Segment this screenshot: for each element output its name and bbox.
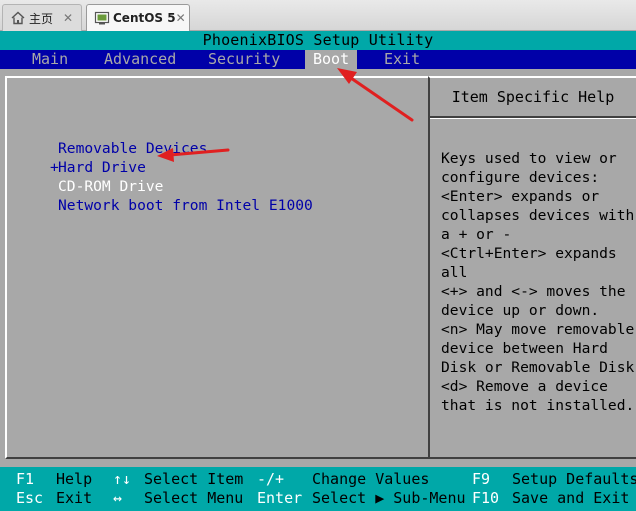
boot-item-hard-drive[interactable]: +Hard Drive	[50, 158, 313, 177]
tab-centos-label: CentOS 5	[113, 11, 176, 25]
vm-icon	[94, 10, 110, 26]
boot-order-panel: Removable Devices +Hard Drive CD-ROM Dri…	[5, 76, 429, 459]
key-up-down-desc: Select Item	[144, 470, 244, 488]
help-line: collapses devices with	[441, 207, 635, 224]
menu-advanced[interactable]: Advanced	[104, 50, 176, 69]
menu-boot[interactable]: Boot	[305, 50, 358, 69]
bios-menu-bar: Main Advanced Security Boot Exit	[0, 50, 636, 69]
boot-item-cd-rom-drive[interactable]: CD-ROM Drive	[50, 177, 313, 196]
help-line: Disk or Removable Disk	[441, 359, 635, 376]
key-enter-desc: Select ▶ Sub-Menu	[312, 489, 466, 507]
tab-home-label: 主页	[29, 11, 54, 26]
help-divider	[430, 118, 636, 119]
bios-screen: PhoenixBIOS Setup Utility Main Advanced …	[0, 31, 636, 511]
boot-item-removable-devices[interactable]: Removable Devices	[50, 139, 313, 158]
key-left-right: ↔	[113, 489, 123, 507]
key-f10-desc: Save and Exit	[512, 489, 630, 507]
key-esc-desc: Exit	[56, 489, 93, 507]
help-title: Item Specific Help	[430, 78, 636, 118]
help-line: <+> and <-> moves the	[441, 283, 626, 300]
help-line: <Enter> expands or	[441, 188, 600, 205]
key-left-right-desc: Select Menu	[144, 489, 244, 507]
help-panel: Item Specific Help Keys used to view or …	[428, 76, 636, 459]
help-line: <n> May move removable	[441, 321, 635, 338]
help-line: all	[441, 264, 468, 281]
bios-title: PhoenixBIOS Setup Utility	[0, 31, 636, 50]
key-f1: F1	[16, 470, 35, 488]
tab-home[interactable]: 主页 ✕	[2, 4, 82, 31]
key-f10: F10	[472, 489, 500, 507]
help-line: device between Hard	[441, 340, 608, 357]
help-line: device up or down.	[441, 302, 600, 319]
boot-item-network-boot[interactable]: Network boot from Intel E1000	[50, 196, 313, 215]
help-text: Keys used to view or configure devices: …	[441, 149, 636, 415]
menu-security[interactable]: Security	[208, 50, 280, 69]
key-f9: F9	[472, 470, 491, 488]
close-icon[interactable]: ✕	[176, 11, 186, 25]
help-line: that is not installed.	[441, 397, 635, 414]
key-minus-plus: -/+	[257, 470, 285, 488]
menu-main[interactable]: Main	[32, 50, 68, 69]
key-f1-desc: Help	[56, 470, 93, 488]
close-icon[interactable]: ✕	[61, 11, 75, 25]
home-icon	[10, 10, 26, 26]
help-line: a + or -	[441, 226, 512, 243]
help-line: <d> Remove a device	[441, 378, 608, 395]
key-esc: Esc	[16, 489, 44, 507]
host-tab-strip: 主页 ✕ CentOS 5 ✕	[0, 0, 636, 31]
key-up-down: ↑↓	[113, 470, 132, 488]
menu-exit[interactable]: Exit	[384, 50, 420, 69]
help-line: configure devices:	[441, 169, 600, 186]
key-legend-bar: F1 Help ↑↓ Select Item -/+ Change Values…	[0, 467, 636, 511]
key-f9-desc: Setup Defaults	[512, 470, 636, 488]
help-line: <Ctrl+Enter> expands	[441, 245, 617, 262]
help-line: Keys used to view or	[441, 150, 617, 167]
key-minus-plus-desc: Change Values	[312, 470, 430, 488]
boot-device-list: Removable Devices +Hard Drive CD-ROM Dri…	[50, 139, 313, 215]
tab-centos-5[interactable]: CentOS 5 ✕	[86, 4, 190, 31]
key-enter: Enter	[257, 489, 303, 507]
